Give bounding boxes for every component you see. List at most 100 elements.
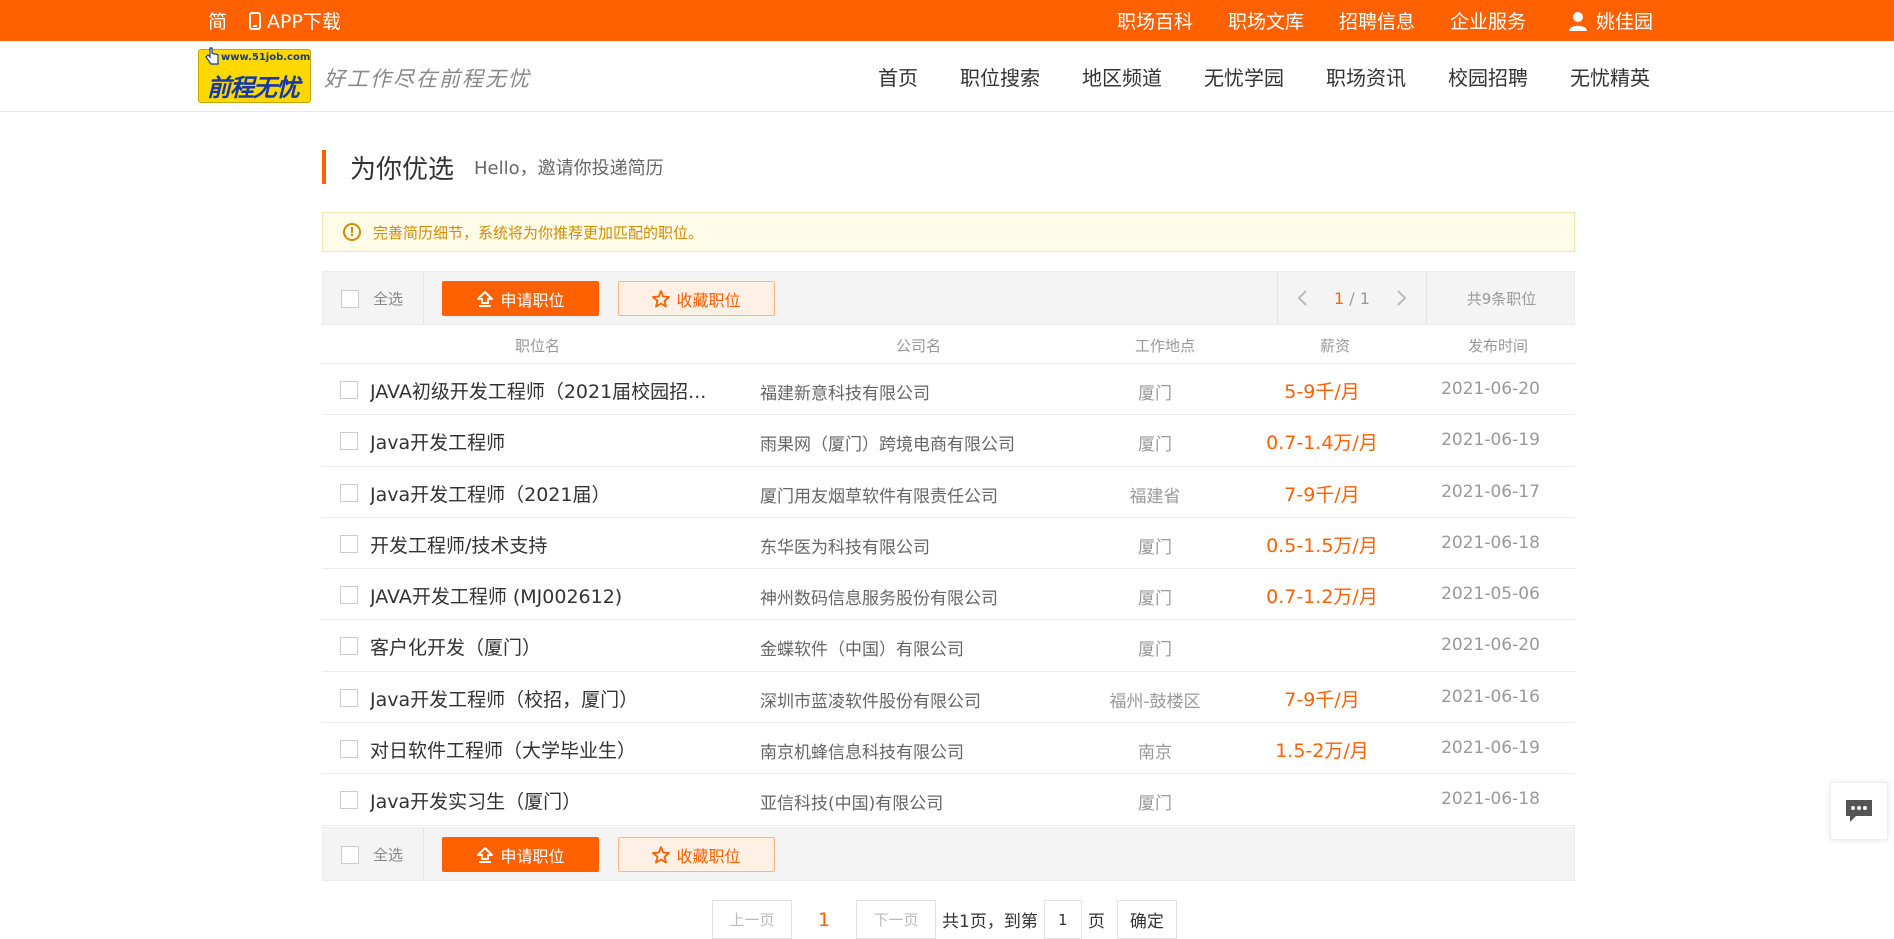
hand-cursor-icon	[204, 46, 220, 70]
top-link-career-wiki[interactable]: 职场百科	[1117, 7, 1193, 34]
job-location: 厦门	[1138, 640, 1172, 661]
page-unit-text: 页	[1087, 912, 1105, 932]
row-checkbox[interactable]	[340, 688, 358, 707]
row-checkbox[interactable]	[340, 381, 358, 399]
chevron-right-icon[interactable]	[1396, 289, 1408, 307]
company-link[interactable]: 南京机蜂信息科技有限公司	[760, 738, 964, 763]
job-title-link[interactable]: 对日软件工程师（大学毕业生）	[370, 736, 730, 763]
table-row: Java开发工程师 雨果网（厦门）跨境电商有限公司 厦门 0.7-1.4万/月 …	[322, 415, 1575, 467]
top-bar: 简 APP下载 职场百科 职场文库 招聘信息 企业服务 姚佳园	[0, 0, 1894, 41]
page-jump-confirm-button[interactable]: 确定	[1116, 900, 1177, 939]
section-title: 为你优选	[350, 154, 455, 185]
chevron-left-icon[interactable]	[1296, 289, 1308, 307]
nav-academy[interactable]: 无忧学园	[1204, 62, 1284, 91]
company-link[interactable]: 金蝶软件（中国）有限公司	[760, 635, 964, 660]
company-link[interactable]: 深圳市蓝凌软件股份有限公司	[760, 687, 981, 712]
job-location: 厦门	[1138, 794, 1172, 815]
job-salary: 1.5-2万/月	[1275, 740, 1369, 763]
job-title-link[interactable]: 客户化开发（厦门）	[370, 633, 730, 660]
top-link-career-library[interactable]: 职场文库	[1228, 7, 1304, 34]
col-header-company: 公司名	[896, 337, 942, 355]
company-link[interactable]: 亚信科技(中国)有限公司	[760, 789, 943, 814]
logo-url-text: www.51job.com	[221, 52, 311, 63]
nav-news[interactable]: 职场资讯	[1326, 62, 1406, 91]
total-jobs: 共9条职位	[1466, 289, 1537, 308]
warning-icon: !	[343, 223, 361, 241]
job-date: 2021-06-18	[1441, 789, 1540, 810]
table-row: JAVA开发工程师 (MJ002612) 神州数码信息服务股份有限公司 厦门 0…	[322, 569, 1575, 621]
job-salary: 0.5-1.5万/月	[1266, 534, 1378, 557]
nav-job-search[interactable]: 职位搜索	[960, 62, 1040, 91]
job-date: 2021-05-06	[1441, 584, 1540, 605]
next-page-button[interactable]: 下一页	[856, 900, 936, 939]
job-location: 南京	[1138, 743, 1172, 764]
company-link[interactable]: 厦门用友烟草软件有限责任公司	[760, 482, 998, 507]
simplified-chinese-toggle[interactable]: 简	[208, 7, 227, 34]
top-bar-links: 职场百科 职场文库 招聘信息 企业服务	[1117, 0, 1561, 41]
col-header-title: 职位名	[515, 337, 561, 355]
favorite-button[interactable]: 收藏职位	[618, 281, 775, 316]
star-icon	[652, 289, 671, 307]
row-checkbox[interactable]	[340, 586, 358, 605]
select-all-label-bottom[interactable]: 全选	[373, 844, 403, 865]
job-location: 厦门	[1138, 435, 1172, 456]
job-title-link[interactable]: 开发工程师/技术支持	[370, 531, 730, 558]
job-title-link[interactable]: Java开发实习生（厦门）	[370, 787, 730, 814]
top-link-enterprise-service[interactable]: 企业服务	[1450, 7, 1526, 34]
mini-pager-text: 1 / 1	[1334, 289, 1370, 308]
company-link[interactable]: 神州数码信息服务股份有限公司	[760, 584, 998, 609]
app-download-link[interactable]: APP下载	[249, 7, 341, 34]
company-link[interactable]: 雨果网（厦门）跨境电商有限公司	[760, 430, 1015, 455]
page-jump-input[interactable]: 1	[1043, 900, 1082, 939]
col-header-location: 工作地点	[1135, 337, 1196, 355]
apply-button-label: 申请职位	[500, 846, 565, 866]
user-menu[interactable]: 姚佳园	[1568, 0, 1653, 41]
job-title-link[interactable]: JAVA初级开发工程师（2021届校园招...	[370, 377, 730, 404]
job-title-link[interactable]: Java开发工程师（2021届）	[370, 480, 730, 507]
select-all-checkbox-bottom[interactable]	[341, 846, 359, 864]
top-link-recruit-info[interactable]: 招聘信息	[1339, 7, 1415, 34]
favorite-button-bottom[interactable]: 收藏职位	[618, 837, 775, 872]
current-page-number[interactable]: 1	[792, 909, 856, 931]
job-salary: 0.7-1.2万/月	[1266, 586, 1378, 609]
pagination: 上一页 1 下一页 共1页，到第 1 页 确定	[712, 900, 1177, 939]
nav-region[interactable]: 地区频道	[1082, 62, 1162, 91]
nav-home[interactable]: 首页	[878, 62, 918, 91]
job-date: 2021-06-20	[1441, 635, 1540, 656]
app-download-label: APP下载	[267, 11, 341, 33]
nav-elite[interactable]: 无忧精英	[1570, 62, 1650, 91]
company-link[interactable]: 福建新意科技有限公司	[760, 379, 930, 404]
user-name: 姚佳园	[1596, 11, 1654, 33]
job-location: 福建省	[1129, 486, 1181, 507]
upload-icon	[477, 290, 494, 307]
prev-page-button[interactable]: 上一页	[712, 900, 792, 939]
job-date: 2021-06-19	[1441, 430, 1540, 451]
site-logo[interactable]: www.51job.com 前程无忧	[198, 46, 311, 103]
table-row: 开发工程师/技术支持 东华医为科技有限公司 厦门 0.5-1.5万/月 2021…	[322, 518, 1575, 570]
chat-float-button[interactable]	[1830, 782, 1888, 840]
mini-pager-sep: /	[1349, 288, 1355, 308]
job-location: 厦门	[1138, 384, 1172, 404]
job-title-link[interactable]: Java开发工程师	[370, 428, 730, 455]
section-subtitle: Hello，邀请你投递简历	[474, 158, 664, 179]
job-location: 厦门	[1138, 589, 1172, 610]
select-all-checkbox[interactable]	[341, 290, 359, 308]
apply-button-label: 申请职位	[500, 290, 565, 310]
row-checkbox[interactable]	[340, 637, 358, 656]
mini-pager: 1 / 1	[1277, 272, 1427, 324]
company-link[interactable]: 东华医为科技有限公司	[760, 533, 930, 558]
row-checkbox[interactable]	[340, 791, 358, 810]
section-header: 为你优选 Hello，邀请你投递简历	[322, 150, 664, 185]
job-title-link[interactable]: JAVA开发工程师 (MJ002612)	[370, 582, 730, 609]
row-checkbox[interactable]	[340, 534, 358, 553]
select-all-label[interactable]: 全选	[373, 288, 403, 309]
apply-button[interactable]: 申请职位	[442, 281, 599, 316]
row-checkbox[interactable]	[340, 740, 358, 759]
nav-campus[interactable]: 校园招聘	[1448, 62, 1528, 91]
upload-icon	[477, 846, 494, 863]
job-title-link[interactable]: Java开发工程师（校招，厦门）	[370, 685, 730, 712]
apply-button-bottom[interactable]: 申请职位	[442, 837, 599, 872]
row-checkbox[interactable]	[340, 483, 358, 502]
row-checkbox[interactable]	[340, 432, 358, 451]
job-date: 2021-06-16	[1441, 686, 1540, 707]
